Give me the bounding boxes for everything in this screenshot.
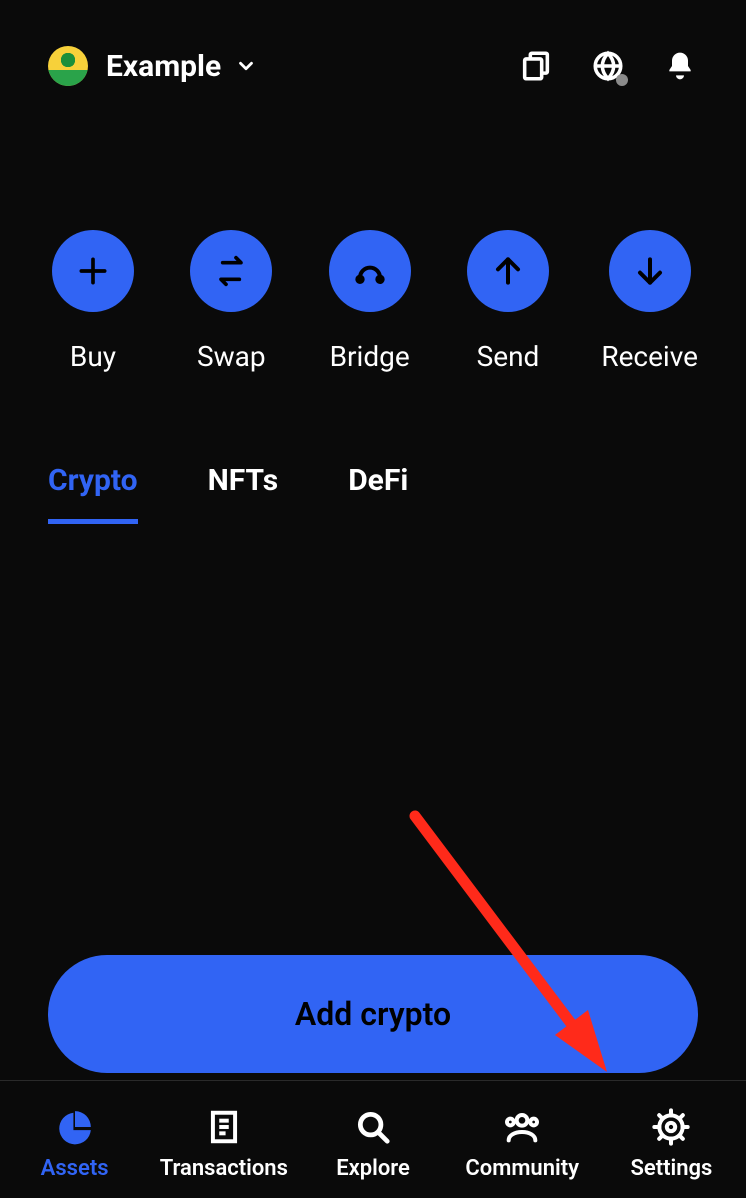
nav-settings[interactable]: Settings: [597, 1089, 746, 1198]
bell-icon[interactable]: [662, 48, 698, 84]
action-label: Bridge: [330, 340, 410, 373]
header: Example: [0, 0, 746, 100]
action-label: Send: [477, 340, 540, 373]
account-selector[interactable]: Example: [48, 46, 257, 86]
nav-community[interactable]: Community: [448, 1089, 597, 1198]
plus-icon: [52, 230, 134, 312]
content-tabs: Crypto NFTs DeFi: [0, 463, 746, 524]
status-dot: [616, 74, 628, 86]
header-icons: [518, 48, 698, 84]
action-bridge[interactable]: Bridge: [325, 230, 415, 373]
nav-label: Community: [465, 1156, 579, 1181]
nav-label: Explore: [336, 1156, 410, 1181]
bottom-nav: Assets Transactions Explore Community Se…: [0, 1080, 746, 1198]
copy-icon[interactable]: [518, 48, 554, 84]
chevron-down-icon: [235, 55, 257, 77]
tab-crypto[interactable]: Crypto: [48, 463, 138, 524]
tab-nfts[interactable]: NFTs: [208, 463, 279, 524]
nav-explore[interactable]: Explore: [298, 1089, 447, 1198]
nav-assets[interactable]: Assets: [0, 1089, 149, 1198]
nav-transactions[interactable]: Transactions: [149, 1089, 298, 1198]
arrow-up-icon: [467, 230, 549, 312]
pie-icon: [54, 1106, 96, 1148]
tab-defi[interactable]: DeFi: [348, 463, 408, 524]
bridge-icon: [329, 230, 411, 312]
action-receive[interactable]: Receive: [601, 230, 698, 373]
action-send[interactable]: Send: [463, 230, 553, 373]
action-buy[interactable]: Buy: [48, 230, 138, 373]
nav-label: Transactions: [160, 1156, 288, 1181]
action-label: Buy: [70, 340, 116, 373]
action-label: Receive: [601, 340, 698, 373]
action-label: Swap: [197, 340, 266, 373]
nav-label: Settings: [630, 1156, 712, 1181]
add-crypto-button[interactable]: Add crypto: [48, 955, 698, 1073]
document-icon: [203, 1106, 245, 1148]
nav-label: Assets: [41, 1156, 109, 1181]
action-swap[interactable]: Swap: [186, 230, 276, 373]
swap-icon: [190, 230, 272, 312]
avatar: [48, 46, 88, 86]
arrow-down-icon: [609, 230, 691, 312]
search-icon: [352, 1106, 394, 1148]
action-row: Buy Swap Bridge Send Receive: [0, 230, 746, 373]
gear-icon: [650, 1106, 692, 1148]
people-icon: [501, 1106, 543, 1148]
account-name: Example: [106, 49, 221, 84]
globe-icon[interactable]: [590, 48, 626, 84]
